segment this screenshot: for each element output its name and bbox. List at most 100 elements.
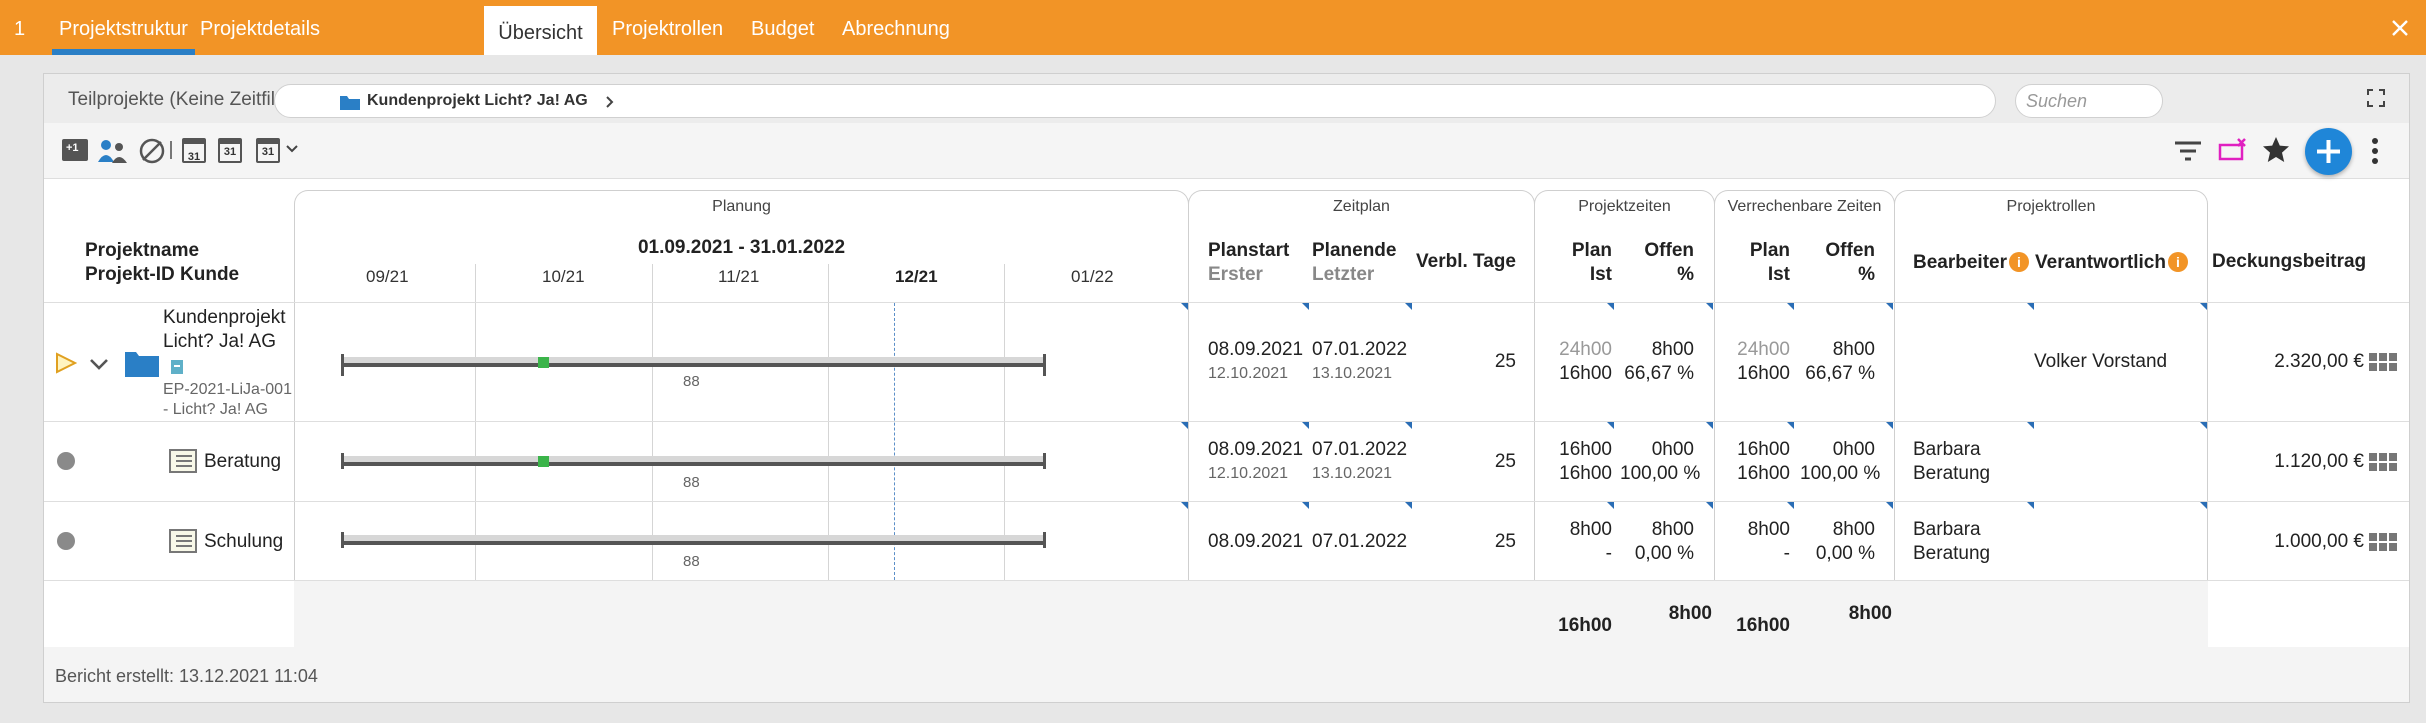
header-planende[interactable]: Planende — [1312, 240, 1396, 262]
tab-abrechnung[interactable]: Abrechnung — [842, 0, 950, 55]
cell-pz-ist: - — [1605, 543, 1612, 564]
report-created: Bericht erstellt: 13.12.2021 11:04 — [55, 666, 318, 686]
cell-pz-plan: 8h00 — [1569, 519, 1612, 540]
more-vertical-icon[interactable] — [2371, 137, 2379, 165]
total-pz-offen: 8h00 — [1668, 603, 1712, 624]
header-projektname[interactable]: Projektname — [85, 240, 199, 262]
cell-vz-offen: 0h00 — [1832, 439, 1875, 460]
task-icon — [169, 449, 197, 473]
gantt-bar[interactable] — [341, 456, 1045, 466]
row-name-line2[interactable]: Licht? Ja! AG — [163, 331, 276, 353]
header-erster[interactable]: Erster — [1208, 264, 1263, 286]
header-planstart[interactable]: Planstart — [1208, 240, 1289, 262]
edit-marker — [1405, 422, 1412, 429]
header-pz-offen[interactable]: Offen — [1620, 240, 1694, 262]
add-folder-icon[interactable]: +1 — [62, 139, 88, 161]
breadcrumb: Kundenprojekt Licht? Ja! AG — [274, 84, 1996, 118]
header-deckungsbeitrag[interactable]: Deckungsbeitrag — [2212, 251, 2366, 273]
tab-budget[interactable]: Budget — [751, 0, 814, 55]
header-pz-ist[interactable]: Ist — [1540, 264, 1612, 286]
edit-marker — [1405, 502, 1412, 509]
active-tab-underline — [52, 49, 195, 55]
header-bearbeiter[interactable]: Bearbeiter i — [1913, 252, 2029, 274]
header-pz-plan[interactable]: Plan — [1540, 240, 1612, 262]
header-letzter[interactable]: Letzter — [1312, 264, 1374, 286]
edit-marker — [2027, 303, 2034, 310]
header-vz-plan[interactable]: Plan — [1718, 240, 1790, 262]
edit-marker — [1302, 502, 1309, 509]
gantt-bar[interactable] — [341, 535, 1045, 545]
search-input[interactable]: Suchen — [2015, 84, 2163, 118]
group-title-projektzeiten: Projektzeiten — [1578, 198, 1671, 215]
header-verantwortlich[interactable]: Verantwortlich i — [2035, 252, 2188, 274]
team-icon[interactable] — [97, 138, 129, 164]
row-name-line1[interactable]: Kundenprojekt — [163, 307, 286, 329]
row-divider — [44, 302, 2409, 303]
cell-vz-pct: 66,67 % — [1805, 363, 1875, 384]
info-icon[interactable]: i — [2167, 252, 2188, 272]
panel-footer — [44, 647, 2409, 702]
header-pz-pct[interactable]: % — [1620, 264, 1694, 286]
row-name[interactable]: Schulung — [204, 531, 283, 553]
gantt-bar-label: 88 — [683, 474, 700, 491]
month-label: 01/22 — [1071, 267, 1114, 286]
group-title-planung: Planung — [712, 198, 771, 215]
status-icon — [57, 532, 75, 550]
cell-bearbeiter-line1: Barbara — [1913, 519, 1981, 540]
add-button[interactable] — [2305, 128, 2352, 175]
header-vz-ist[interactable]: Ist — [1718, 264, 1790, 286]
header-vz-pct[interactable]: % — [1800, 264, 1875, 286]
cell-vz-offen: 8h00 — [1832, 519, 1875, 540]
filter-icon[interactable] — [2174, 140, 2202, 162]
row-name[interactable]: Beratung — [204, 451, 281, 473]
edit-marker — [1886, 502, 1893, 509]
chevron-right-icon[interactable] — [605, 95, 615, 109]
gantt-month-divider — [1004, 264, 1005, 580]
star-icon[interactable] — [2262, 136, 2290, 164]
tab-projektrollen[interactable]: Projektrollen — [612, 0, 723, 55]
header-vz-offen[interactable]: Offen — [1800, 240, 1875, 262]
gantt-bar-end — [1043, 532, 1046, 548]
grid-icon[interactable] — [2369, 353, 2397, 373]
header-projekt-id-kunde[interactable]: Projekt-ID Kunde — [85, 264, 239, 286]
edit-marker — [1607, 303, 1614, 310]
close-icon[interactable] — [2391, 19, 2409, 37]
calendar-icon[interactable]: 31 — [182, 138, 206, 163]
cell-vz-pct: 0,00 % — [1815, 543, 1875, 564]
toolbar — [44, 123, 2409, 179]
tab-uebersicht[interactable]: Übersicht — [484, 6, 597, 55]
info-icon[interactable]: i — [2009, 252, 2029, 272]
cell-letzter: 13.10.2021 — [1312, 365, 1393, 382]
calendar-range-icon[interactable]: 31 — [218, 138, 242, 163]
edit-marker — [1302, 303, 1309, 310]
gantt-bar[interactable] — [341, 357, 1045, 367]
edit-marker — [2200, 502, 2207, 509]
cell-erster: 12.10.2021 — [1208, 365, 1289, 382]
cell-pz-offen: 0h00 — [1651, 439, 1694, 460]
gantt-progress-marker — [538, 456, 549, 467]
chevron-down-icon[interactable] — [285, 144, 299, 154]
group-title-verrechenbar: Verrechenbare Zeiten — [1727, 198, 1882, 215]
status-icon — [57, 452, 75, 470]
cell-pz-pct: 0,00 % — [1634, 543, 1694, 564]
edit-marker — [2200, 303, 2207, 310]
cell-pz-plan: 16h00 — [1559, 439, 1612, 460]
breadcrumb-item[interactable]: Kundenprojekt Licht? Ja! AG — [367, 92, 588, 110]
play-icon[interactable] — [55, 352, 77, 374]
grid-icon[interactable] — [2369, 533, 2397, 553]
tab-projektstruktur[interactable]: Projektstruktur — [59, 0, 188, 55]
hide-completed-icon[interactable] — [138, 137, 166, 165]
clear-filter-icon[interactable] — [2218, 137, 2248, 163]
header-verbl-tage[interactable]: Verbl. Tage — [1416, 251, 1516, 273]
tab-projektdetails[interactable]: Projektdetails — [200, 0, 320, 55]
cell-vz-plan: 16h00 — [1737, 439, 1790, 460]
edit-marker — [1181, 303, 1188, 310]
grid-icon[interactable] — [2369, 453, 2397, 473]
gantt-bar-label: 88 — [683, 373, 700, 390]
toolbar-separator — [170, 141, 172, 159]
fullscreen-icon[interactable] — [2367, 89, 2385, 107]
chevron-down-icon[interactable] — [89, 358, 109, 372]
edit-marker — [1787, 303, 1794, 310]
calendar-custom-icon[interactable]: 31 — [256, 138, 280, 163]
cell-vz-plan: 8h00 — [1747, 519, 1790, 540]
